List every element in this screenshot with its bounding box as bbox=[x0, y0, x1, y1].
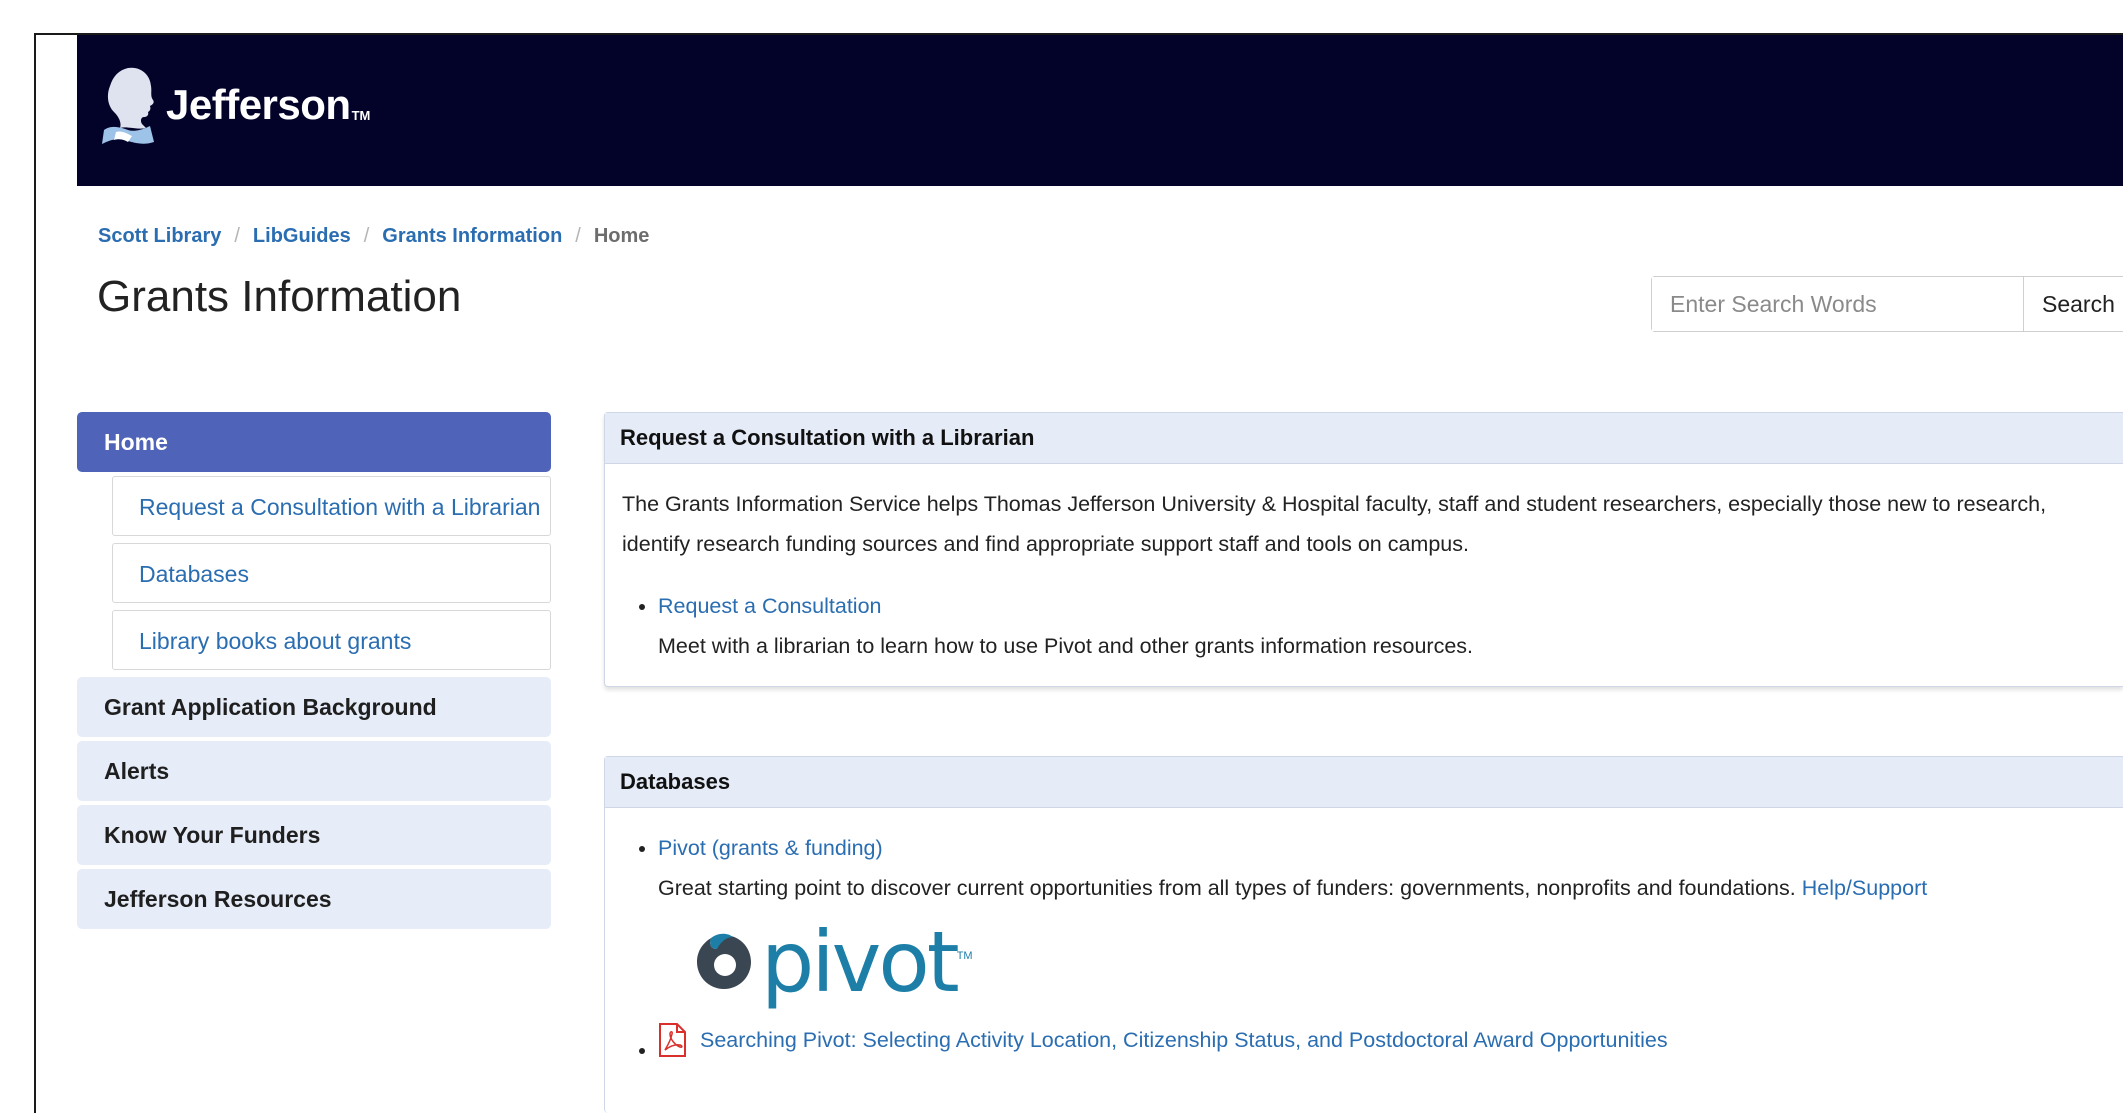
guide-navigation: Home Request a Consultation with a Libra… bbox=[77, 412, 551, 933]
link-list: Request a Consultation Meet with a libra… bbox=[622, 586, 2108, 666]
help-support-link[interactable]: Help/Support bbox=[1802, 876, 1928, 900]
panel-heading: Databases bbox=[605, 757, 2123, 808]
list-item: Searching Pivot: Selecting Activity Loca… bbox=[658, 1020, 2108, 1060]
link-description: Great starting point to discover current… bbox=[658, 868, 2108, 908]
breadcrumb-separator: / bbox=[234, 225, 240, 247]
search-button[interactable]: Search bbox=[2024, 277, 2123, 331]
search-form: Search bbox=[1651, 276, 2123, 332]
pivot-logo[interactable]: pivot TM bbox=[691, 913, 2108, 1011]
window-frame-left bbox=[34, 33, 36, 1113]
searching-pivot-pdf-link[interactable]: Searching Pivot: Selecting Activity Loca… bbox=[700, 1020, 1668, 1060]
home-subnav: Request a Consultation with a Librarian … bbox=[112, 476, 551, 670]
logo-wordmark: Jefferson bbox=[166, 81, 351, 128]
link-description: Meet with a librarian to learn how to us… bbox=[658, 634, 1474, 658]
nav-item-know-your-funders[interactable]: Know Your Funders bbox=[77, 805, 551, 865]
nav-item-jefferson-resources[interactable]: Jefferson Resources bbox=[77, 869, 551, 929]
subnav-item-databases[interactable]: Databases bbox=[112, 543, 551, 603]
jefferson-logo[interactable]: Jefferson TM bbox=[98, 55, 370, 155]
list-item: Request a Consultation Meet with a libra… bbox=[658, 586, 2108, 666]
panel-body: Pivot (grants & funding) Great starting … bbox=[605, 808, 2123, 1080]
subnav-item-library-books[interactable]: Library books about grants bbox=[112, 610, 551, 670]
request-consultation-link[interactable]: Request a Consultation bbox=[658, 594, 882, 618]
breadcrumb-grants-information[interactable]: Grants Information bbox=[382, 225, 562, 248]
pdf-icon bbox=[659, 1023, 686, 1057]
panel-body: The Grants Information Service helps Tho… bbox=[605, 464, 2123, 686]
pivot-wordmark: pivot bbox=[761, 913, 960, 1011]
site-header: Jefferson TM bbox=[77, 35, 2123, 186]
breadcrumb-libguides[interactable]: LibGuides bbox=[253, 225, 351, 248]
nav-item-home[interactable]: Home bbox=[77, 412, 551, 472]
pivot-description-text: Great starting point to discover current… bbox=[658, 876, 1796, 900]
consultation-panel: Request a Consultation with a Librarian … bbox=[604, 412, 2123, 687]
breadcrumb: Scott Library / LibGuides / Grants Infor… bbox=[98, 225, 649, 248]
breadcrumb-separator: / bbox=[575, 225, 581, 247]
link-list: Pivot (grants & funding) Great starting … bbox=[622, 828, 2108, 1060]
intro-text: The Grants Information Service helps Tho… bbox=[622, 492, 2047, 556]
page-title: Grants Information bbox=[97, 272, 462, 321]
panel-heading: Request a Consultation with a Librarian bbox=[605, 413, 2123, 464]
databases-panel: Databases Pivot (grants & funding) Great… bbox=[604, 756, 2123, 1113]
search-input[interactable] bbox=[1652, 277, 2024, 331]
pdf-link-row: Searching Pivot: Selecting Activity Loca… bbox=[658, 1020, 2108, 1060]
nav-item-grant-application-background[interactable]: Grant Application Background bbox=[77, 677, 551, 737]
nav-item-alerts[interactable]: Alerts bbox=[77, 741, 551, 801]
breadcrumb-separator: / bbox=[363, 225, 370, 247]
subnav-item-request-consultation[interactable]: Request a Consultation with a Librarian bbox=[112, 476, 551, 536]
pivot-link[interactable]: Pivot (grants & funding) bbox=[658, 836, 883, 860]
pivot-swirl-icon bbox=[697, 933, 751, 989]
jefferson-profile-icon bbox=[102, 67, 154, 144]
breadcrumb-scott-library[interactable]: Scott Library bbox=[98, 225, 221, 248]
list-item: Pivot (grants & funding) Great starting … bbox=[658, 828, 2108, 1011]
breadcrumb-current: Home bbox=[593, 225, 650, 247]
logo-trademark: TM bbox=[351, 108, 371, 123]
pivot-trademark: TM bbox=[956, 950, 973, 962]
